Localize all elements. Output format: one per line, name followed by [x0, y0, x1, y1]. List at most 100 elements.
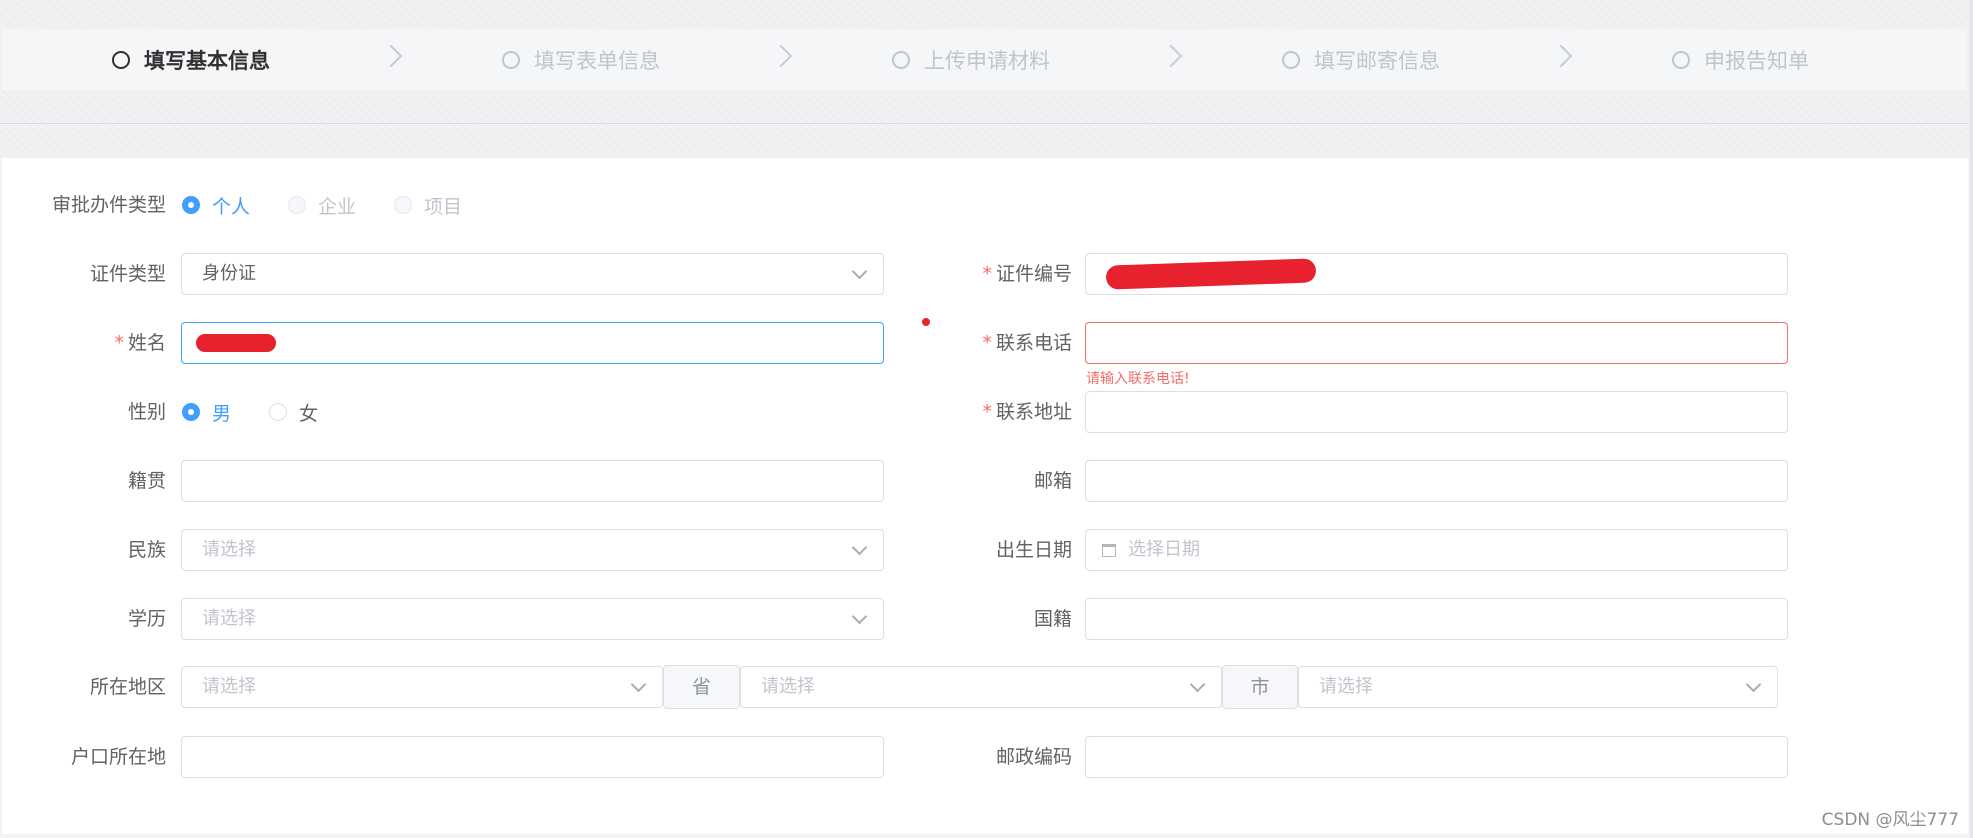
- chevron-down-icon: [1745, 676, 1762, 693]
- step-label: 申报告知单: [1704, 48, 1809, 73]
- id-type-select[interactable]: 身份证: [181, 253, 884, 295]
- chevron-right-icon: [1159, 44, 1183, 68]
- region-placeholder: 请选择: [202, 676, 256, 697]
- native-place-input[interactable]: [181, 460, 884, 502]
- radio-personal[interactable]: 个人: [182, 192, 250, 219]
- radio-dot-icon: [269, 403, 288, 421]
- step-circle-icon: [502, 50, 520, 69]
- postcode-label: 邮政编码: [995, 746, 1072, 768]
- approval-type-label: 审批办件类型: [51, 194, 166, 216]
- gender-radio-group: 男 女: [182, 391, 356, 433]
- region-select-2[interactable]: 请选择: [740, 666, 1222, 708]
- birth-date-label: 出生日期: [995, 539, 1072, 561]
- phone-label-text: 联系电话: [995, 332, 1072, 354]
- id-number-label-text: 证件编号: [995, 263, 1072, 285]
- radio-dot-icon: [182, 403, 200, 421]
- name-input[interactable]: [181, 322, 884, 364]
- radio-enterprise: 企业: [288, 192, 356, 219]
- province-tag: 省: [663, 665, 740, 709]
- radio-dot-icon: [394, 196, 413, 214]
- region-label: 所在地区: [89, 676, 166, 698]
- id-type-label: 证件类型: [89, 263, 166, 285]
- household-input[interactable]: [181, 736, 884, 778]
- birth-date-placeholder: 选择日期: [1128, 539, 1200, 560]
- postcode-input[interactable]: [1085, 736, 1788, 778]
- step-circle-icon: [1672, 50, 1690, 69]
- step-mailing-info[interactable]: 填写邮寄信息: [1282, 29, 1440, 90]
- name-label: * 姓名: [32, 322, 166, 364]
- header-divider: [0, 123, 1968, 124]
- native-place-label: 籍贯: [127, 470, 166, 492]
- city-tag: 市: [1222, 665, 1298, 709]
- radio-dot-icon: [182, 196, 200, 214]
- redaction-mark: [1105, 258, 1317, 290]
- required-mark: *: [114, 332, 124, 354]
- address-input[interactable]: [1085, 391, 1788, 433]
- name-label-text: 姓名: [127, 332, 166, 354]
- step-form-info[interactable]: 填写表单信息: [502, 29, 660, 90]
- address-label-text: 联系地址: [995, 401, 1072, 423]
- step-basic-info[interactable]: 填写基本信息: [112, 29, 270, 90]
- chevron-right-icon: [769, 44, 793, 68]
- email-label: 邮箱: [1033, 470, 1072, 492]
- gender-label: 性别: [127, 401, 166, 423]
- region-placeholder: 请选择: [761, 676, 815, 697]
- step-circle-icon: [112, 50, 130, 69]
- address-label: * 联系地址: [942, 391, 1072, 433]
- required-mark: *: [982, 263, 992, 285]
- nationality-label: 国籍: [1033, 608, 1072, 630]
- chevron-right-icon: [1549, 44, 1573, 68]
- chevron-down-icon: [630, 676, 647, 693]
- region-placeholder: 请选择: [1319, 676, 1373, 697]
- ethnicity-select[interactable]: 请选择: [181, 529, 884, 571]
- radio-male[interactable]: 男: [182, 399, 231, 426]
- nationality-input[interactable]: [1085, 598, 1788, 640]
- radio-label: 男: [212, 402, 232, 425]
- chevron-down-icon: [851, 263, 868, 280]
- step-circle-icon: [892, 50, 910, 69]
- step-upload-materials[interactable]: 上传申请材料: [892, 29, 1050, 90]
- birth-date-picker[interactable]: 选择日期: [1085, 529, 1788, 571]
- step-label: 填写邮寄信息: [1314, 48, 1440, 73]
- radio-label: 项目: [424, 195, 463, 218]
- phone-label: * 联系电话: [942, 322, 1072, 364]
- chevron-down-icon: [851, 608, 868, 625]
- education-select[interactable]: 请选择: [181, 598, 884, 640]
- step-label: 上传申请材料: [924, 48, 1050, 73]
- step-label: 填写表单信息: [534, 48, 660, 73]
- basic-info-form: 审批办件类型 个人 企业 项目 证件类型 身份证 * 证件编号 * 姓名 * 联系电话…: [2, 158, 1968, 834]
- red-dot-mark: [922, 318, 930, 326]
- phone-input[interactable]: [1085, 322, 1788, 364]
- id-type-value: 身份证: [202, 263, 256, 284]
- radio-female[interactable]: 女: [269, 399, 318, 426]
- radio-dot-icon: [288, 196, 307, 214]
- radio-project: 项目: [394, 192, 462, 219]
- required-mark: *: [982, 332, 992, 354]
- region-select-3[interactable]: 请选择: [1298, 666, 1778, 708]
- education-label: 学历: [127, 608, 166, 630]
- chevron-down-icon: [1189, 676, 1206, 693]
- watermark: CSDN @风尘777: [1821, 810, 1959, 830]
- ethnicity-label: 民族: [127, 539, 166, 561]
- education-placeholder: 请选择: [202, 608, 256, 629]
- redaction-mark: [196, 334, 276, 352]
- email-input[interactable]: [1085, 460, 1788, 502]
- required-mark: *: [982, 401, 992, 423]
- radio-label: 女: [299, 402, 319, 425]
- radio-label: 企业: [318, 195, 357, 218]
- household-label: 户口所在地: [70, 746, 166, 768]
- steps-bar: 填写基本信息 填写表单信息 上传申请材料 填写邮寄信息 申报告知单: [2, 29, 1967, 90]
- ethnicity-placeholder: 请选择: [202, 539, 256, 560]
- step-circle-icon: [1282, 50, 1300, 69]
- chevron-right-icon: [379, 44, 403, 68]
- phone-error-message: 请输入联系电话!: [1086, 371, 1190, 387]
- approval-type-radio-group: 个人 企业 项目: [182, 184, 500, 226]
- step-notice[interactable]: 申报告知单: [1672, 29, 1809, 90]
- id-number-label: * 证件编号: [942, 253, 1072, 295]
- radio-label: 个人: [212, 195, 251, 218]
- chevron-down-icon: [851, 539, 868, 556]
- step-label: 填写基本信息: [144, 48, 270, 73]
- region-select-1[interactable]: 请选择: [181, 666, 663, 708]
- calendar-icon: [1102, 544, 1116, 557]
- id-number-input[interactable]: [1085, 253, 1788, 295]
